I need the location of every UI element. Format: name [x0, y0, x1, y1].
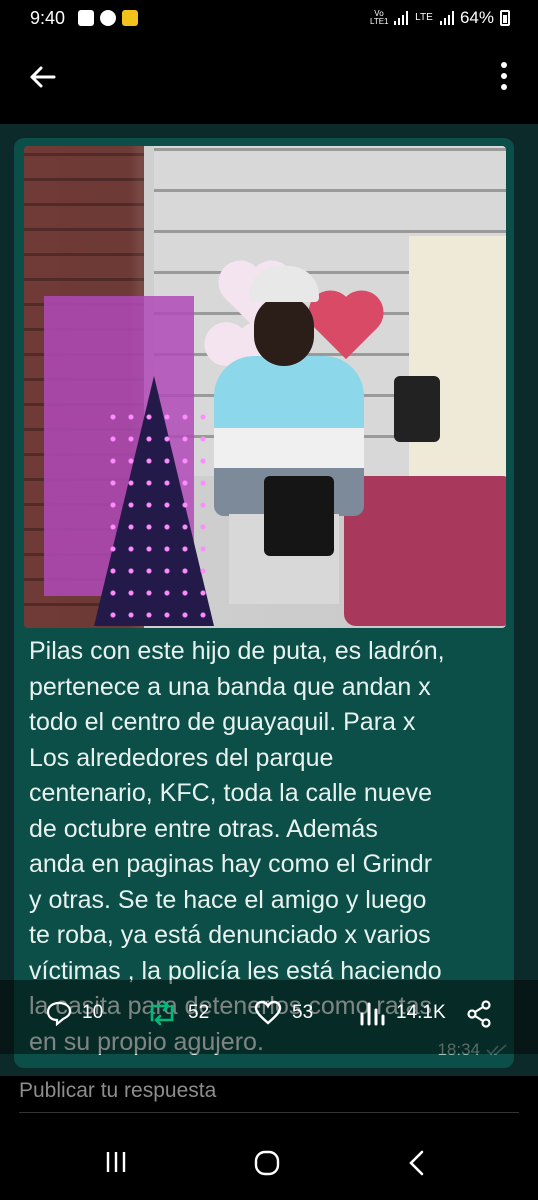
arrow-left-icon [30, 66, 56, 88]
battery-percent: 64% [459, 8, 494, 27]
chevron-left-icon [409, 1150, 424, 1176]
more-vertical-icon [501, 62, 507, 90]
like-button[interactable]: 53 [254, 1000, 313, 1026]
reply-count: 10 [82, 1002, 104, 1023]
message-bubble: Pilas con este hijo de puta, es ladrón, … [14, 138, 514, 1068]
reply-button[interactable]: 10 [46, 1000, 103, 1026]
notification-icons [78, 10, 138, 26]
status-bar: 9:40 Vo LTE1 LTE 64% [0, 0, 538, 36]
share-button[interactable] [466, 1000, 492, 1028]
lte-label: LTE [415, 12, 433, 23]
heart-icon [254, 1000, 282, 1025]
repost-count: 52 [188, 1002, 210, 1023]
share-icon [467, 1000, 491, 1028]
repost-button[interactable]: 52 [146, 1000, 209, 1026]
gallery-icon [78, 10, 94, 26]
speaker [394, 376, 440, 442]
system-indicators: Vo LTE1 LTE 64% [370, 8, 510, 28]
whatsapp-icon [100, 10, 116, 26]
views-count: 14.1K [396, 1002, 446, 1023]
engagement-bar: 10 52 53 14.1K [0, 980, 538, 1054]
volte-label: Vo LTE1 [369, 9, 389, 26]
signal-icon-2 [439, 11, 454, 25]
divider [19, 1112, 519, 1113]
repost-icon [150, 1000, 174, 1026]
top-app-bar [0, 40, 538, 116]
battery-icon [500, 10, 510, 26]
more-options-button[interactable] [498, 60, 510, 94]
app-icon [122, 10, 138, 26]
comment-icon [46, 1001, 72, 1026]
clock: 9:40 [30, 8, 66, 28]
navigation-bar [0, 1120, 538, 1200]
post-image[interactable]: Pilas con este hijo de puta, es ladrón, … [0, 124, 538, 1076]
photo [24, 146, 506, 628]
back-button[interactable] [26, 60, 60, 94]
like-count: 53 [292, 1002, 314, 1023]
recents-icon [106, 1152, 126, 1172]
reply-composer[interactable]: Publicar tu respuesta [0, 1076, 538, 1116]
reply-input[interactable]: Publicar tu respuesta [19, 1076, 216, 1106]
home-icon [254, 1150, 280, 1176]
home-button[interactable] [254, 1150, 280, 1181]
views-button[interactable]: 14.1K [358, 1000, 446, 1026]
views-icon [360, 1002, 385, 1026]
signal-icon [393, 11, 408, 25]
person [204, 266, 374, 628]
back-nav-button[interactable] [406, 1150, 426, 1181]
recents-button[interactable] [104, 1150, 128, 1179]
